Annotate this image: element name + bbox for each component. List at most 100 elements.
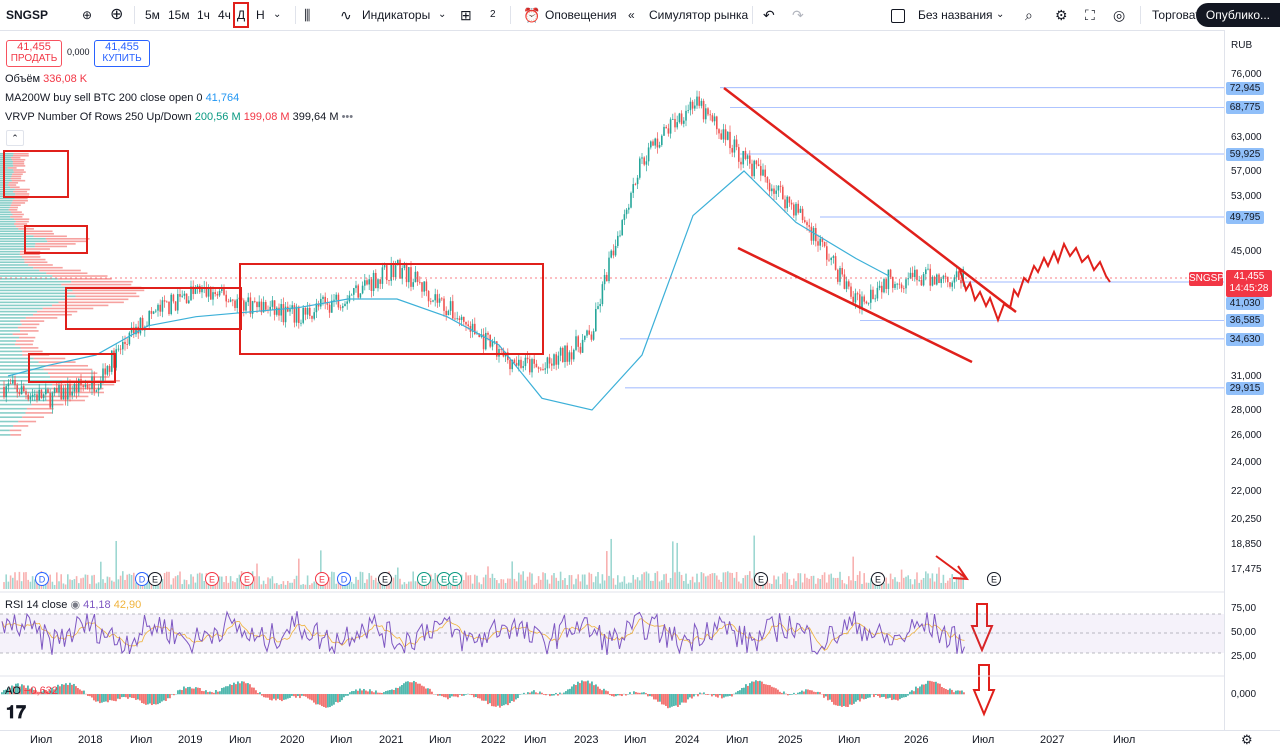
ao-bar [215,690,217,694]
rsi-legend[interactable]: RSI 14 close ◉ 41,18 42,90 [5,598,141,611]
ao-bar [793,693,795,694]
ao-bar [781,693,783,694]
ao-bar [393,690,395,694]
volume-bar [883,583,885,589]
volume-bar [516,581,518,589]
ao-bar [311,694,313,700]
volume-bar [102,579,104,589]
currency-label[interactable]: RUB [1231,40,1252,51]
vp-down-bar [22,256,40,258]
candle-body [547,357,549,368]
ao-legend[interactable]: AO −0,632 [5,685,58,697]
ao-bar [291,694,293,696]
volume-bar [366,579,368,589]
candle-body [562,348,564,362]
candle-body [56,388,58,392]
candle-body [410,267,412,287]
candle-body [951,283,953,287]
candle-body [844,274,846,288]
ao-bar [305,694,307,697]
candle-body [85,385,87,387]
vp-up-bar [0,270,39,272]
price-candles [3,91,964,414]
ao-bar [501,694,503,706]
ao-bar [541,693,543,695]
candle-body [525,358,527,366]
candle-body [575,336,577,350]
candle-body [16,385,18,392]
volume-bar [558,581,560,589]
candle-body [676,122,678,127]
volume-bar [674,572,676,589]
more-dots-icon[interactable]: ••• [342,111,354,123]
vp-down-bar [18,327,37,329]
sell-price: 41,455 [7,42,61,53]
ma-legend[interactable]: MA200W buy sell BTC 200 close open 0 41,… [5,92,239,104]
ao-bar [147,694,149,704]
vp-up-bar [0,202,12,204]
candle-body [313,312,315,319]
buy-button[interactable]: 41,455 КУПИТЬ [94,40,150,67]
candle-body [694,106,696,109]
candle-body [223,288,225,295]
vp-down-bar [9,182,18,184]
volume-bar [575,579,577,589]
vp-up-bar [0,404,32,406]
candle-body [166,302,168,303]
horizontal-levels [620,88,1224,388]
candle-body [573,350,575,359]
vp-down-bar [24,231,53,233]
volume-bar [819,579,821,589]
event-letter: D [341,575,348,585]
volume-bar [93,575,95,589]
ao-bar [303,694,305,696]
volume-bar [399,579,401,589]
vp-down-bar [11,157,20,159]
volume-bar [747,575,749,589]
ao-bar [445,694,447,697]
ao-bar [447,694,449,699]
candle-body [907,278,909,279]
candle-body [346,301,348,303]
ao-bar [643,692,645,694]
ao-bar [209,692,211,695]
ao-bar [537,693,539,694]
sell-button[interactable]: 41,455 ПРОДАТЬ [6,40,62,67]
vp-up-bar [0,161,13,163]
volume-bar [410,581,412,589]
volume-bar [661,580,663,589]
ao-bar [391,689,393,694]
volume-bar [547,580,549,589]
ao-bar [509,694,511,703]
candle-body [406,265,408,282]
candle-body [305,308,307,315]
price-tick: 63,000 [1231,132,1262,143]
vp-up-bar [0,221,16,223]
ao-bar [119,694,121,699]
ao-bar [963,692,965,694]
candle-body [45,389,47,394]
ao-bar [359,689,361,695]
candle-body [36,394,38,400]
candle-body [14,380,16,385]
countdown-timer: 14:45:28 [1226,283,1272,295]
ao-bar [561,694,563,695]
candle-body [450,301,452,311]
ao-bar [917,688,919,694]
ao-bar [329,694,331,707]
vrvp-legend[interactable]: VRVP Number Of Rows 250 Up/Down 200,56 M… [5,111,353,123]
ao-bar [125,694,127,697]
rsi-eye-icon[interactable]: ◉ [70,599,80,611]
candle-body [401,268,403,279]
settings-gear-icon[interactable]: ⚙ [1241,732,1253,748]
ao-bar [733,694,735,695]
collapse-chevron-icon[interactable]: ⌃ [6,130,24,146]
ao-bar [809,690,811,694]
volume-legend[interactable]: Объём 336,08 K [5,73,87,85]
candle-body [217,294,219,295]
ao-bar [475,694,477,697]
volume-bar [560,572,562,589]
vp-down-bar [13,161,24,163]
volume-bar [769,583,771,589]
volume-bar [401,584,403,589]
